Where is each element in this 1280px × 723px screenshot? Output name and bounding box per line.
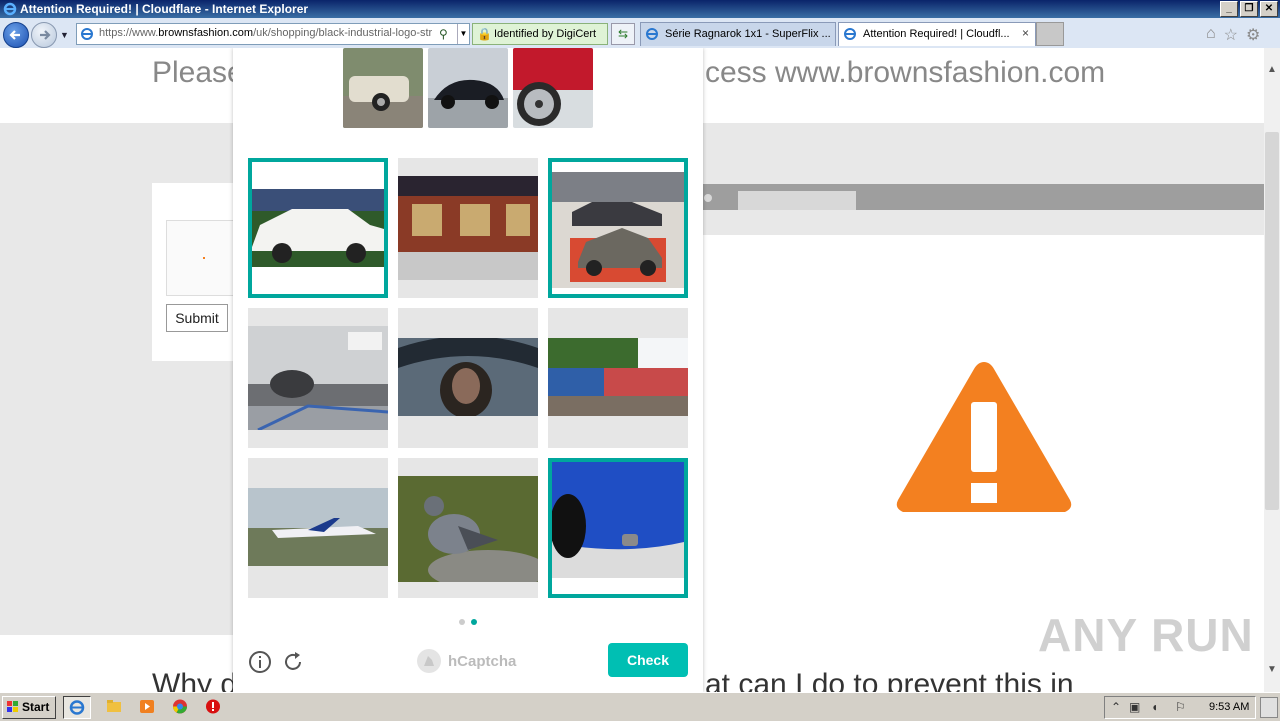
captcha-image-tile[interactable]: [398, 158, 538, 298]
vertical-scrollbar[interactable]: ▲ ▼: [1264, 48, 1280, 692]
taskbar-ie[interactable]: [63, 696, 91, 719]
check-button[interactable]: Check: [608, 643, 688, 677]
media-player-icon: [140, 700, 154, 713]
heading-left: Please: [152, 56, 244, 89]
example-image: [428, 48, 508, 128]
tab-superflix[interactable]: Série Ragnarok 1x1 - SuperFlix ...: [640, 22, 836, 46]
hcaptcha-logo-icon: [417, 649, 441, 673]
scroll-down-icon[interactable]: ▼: [1267, 664, 1277, 675]
certificate-badge[interactable]: 🔒 Identified by DigiCert: [472, 23, 608, 45]
forward-icon: [40, 30, 51, 40]
reload-icon[interactable]: [281, 650, 305, 674]
captcha-image-tile[interactable]: [548, 308, 688, 448]
captcha-checkbox-frame[interactable]: [166, 220, 236, 296]
minimize-button[interactable]: _: [1220, 1, 1238, 17]
browser-tools: ⌂ ☆ ⚙: [1206, 25, 1260, 45]
loading-dot: [203, 257, 205, 259]
why-heading-right: at can I do to prevent this in: [705, 668, 1074, 692]
taskbar-stop-app[interactable]: [200, 696, 226, 717]
clock[interactable]: 9:53 AM: [1209, 701, 1249, 713]
restore-button[interactable]: ❐: [1240, 1, 1258, 17]
anyrun-watermark: ANY RUN: [1038, 609, 1254, 661]
volume-icon[interactable]: ◖: [1151, 700, 1158, 714]
page-dot[interactable]: [459, 619, 465, 625]
tab-cloudflare[interactable]: Attention Required! | Cloudfl... ×: [838, 22, 1036, 46]
scroll-up-icon[interactable]: ▲: [1267, 64, 1277, 75]
example-image: [513, 48, 593, 128]
browser-illustration-tab: [738, 191, 856, 210]
chrome-icon: [173, 699, 187, 714]
system-tray: ⌃ ▣ ◖ ⚐ 9:53 AM: [1104, 696, 1256, 719]
refresh-icon: ⇆: [617, 27, 629, 41]
captcha-image-tile[interactable]: [248, 458, 388, 598]
start-button[interactable]: Start: [2, 696, 56, 719]
flag-icon[interactable]: ⚐: [1175, 700, 1186, 714]
network-icon[interactable]: ▣: [1129, 700, 1140, 714]
back-icon: [9, 30, 20, 40]
ie-tab-icon: [646, 28, 658, 40]
captcha-image-tile[interactable]: [248, 158, 388, 298]
window-controls: _ ❐ ✕: [1220, 1, 1278, 17]
close-window-button[interactable]: ✕: [1260, 1, 1278, 17]
hcaptcha-logo[interactable]: hCaptcha: [416, 648, 516, 674]
captcha-image-tile[interactable]: [248, 308, 388, 448]
captcha-image-tile[interactable]: [548, 158, 688, 298]
ie-icon: [69, 700, 85, 715]
ie-page-icon: [81, 28, 93, 40]
warning-icon: [896, 362, 1072, 512]
back-button[interactable]: [3, 22, 29, 48]
taskbar-media[interactable]: [134, 696, 160, 717]
home-icon[interactable]: ⌂: [1206, 25, 1216, 45]
page-dot-active[interactable]: [471, 619, 477, 625]
lock-icon: 🔒: [477, 27, 492, 41]
info-icon[interactable]: [248, 650, 272, 674]
history-dropdown[interactable]: ▼: [60, 30, 69, 40]
address-url[interactable]: https://www.brownsfashion.com/uk/shoppin…: [99, 27, 434, 39]
folder-icon: [107, 700, 121, 712]
address-bar[interactable]: https://www.brownsfashion.com/uk/shoppin…: [76, 23, 470, 45]
captcha-image-tile[interactable]: [548, 458, 688, 598]
forward-button[interactable]: [31, 22, 57, 48]
show-desktop-button[interactable]: [1260, 697, 1278, 718]
scroll-thumb[interactable]: [1265, 132, 1279, 510]
submit-button[interactable]: Submit: [166, 304, 228, 332]
taskbar-chrome[interactable]: [167, 696, 193, 717]
ie-tab-icon: [844, 28, 856, 40]
stop-icon: [206, 699, 220, 714]
taskbar: Start ⌃ ▣ ◖ ⚐ 9:53 AM: [0, 692, 1280, 721]
new-tab-button[interactable]: [1036, 22, 1064, 46]
ie-icon: [3, 2, 17, 16]
hcaptcha-challenge: hCaptcha Check: [233, 48, 703, 692]
star-icon[interactable]: ☆: [1224, 25, 1238, 45]
example-image: [343, 48, 423, 128]
search-icon[interactable]: ⚲: [439, 27, 448, 41]
refresh-button[interactable]: ⇆: [611, 23, 635, 45]
address-dropdown[interactable]: ▼: [457, 24, 469, 44]
browser-illustration-dot: [704, 194, 712, 202]
window-title: Attention Required! | Cloudflare - Inter…: [20, 2, 309, 16]
close-tab-icon[interactable]: ×: [1022, 26, 1029, 40]
heading-right: cess www.brownsfashion.com: [705, 56, 1106, 89]
tray-expand-icon[interactable]: ⌃: [1111, 700, 1121, 714]
windows-flag-icon: [7, 701, 18, 712]
captcha-image-tile[interactable]: [398, 308, 538, 448]
why-heading-left: Why d: [152, 668, 238, 692]
page-indicator: [459, 619, 477, 625]
navigation-bar: ▼ https://www.brownsfashion.com/uk/shopp…: [0, 18, 1280, 49]
window-title-bar: Attention Required! | Cloudflare - Inter…: [0, 0, 1280, 18]
gear-icon[interactable]: ⚙: [1246, 25, 1260, 45]
page-content: Please cess www.brownsfashion.com Submit…: [0, 48, 1264, 692]
taskbar-explorer[interactable]: [101, 696, 127, 717]
captcha-image-tile[interactable]: [398, 458, 538, 598]
